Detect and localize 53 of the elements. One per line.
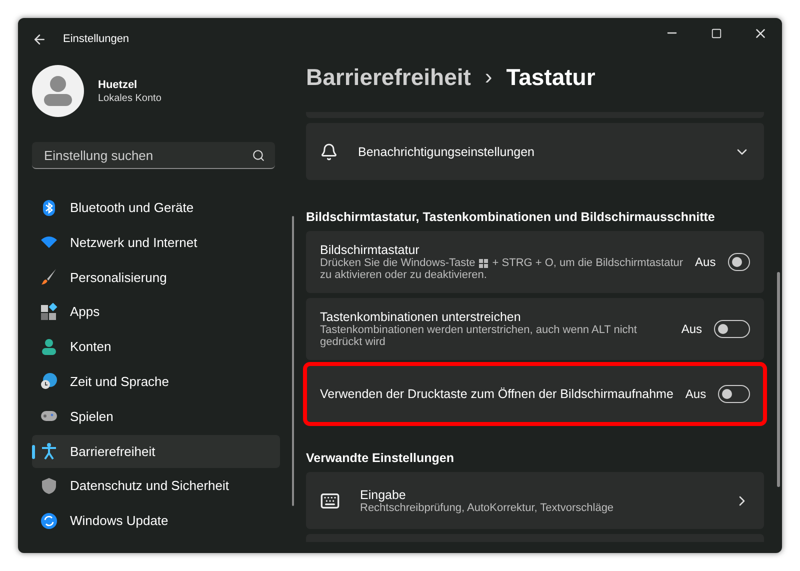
- account-type: Lokales Konto: [98, 92, 162, 104]
- apps-icon: [40, 302, 58, 321]
- shield-icon: [40, 476, 58, 495]
- sidebar-item[interactable]: Datenschutz und Sicherheit: [32, 469, 280, 502]
- sidebar-item[interactable]: Zeit und Sprache: [32, 364, 280, 398]
- maximize-icon[interactable]: [710, 28, 722, 38]
- windows-logo-icon: [479, 258, 488, 268]
- setting-description: + STRG + O, um die Bildschirmtastatur: [492, 257, 684, 269]
- user-name: Huetzel: [98, 78, 138, 90]
- accessibility-icon: [40, 442, 58, 460]
- search-icon: [252, 148, 265, 162]
- toggle-state-text: Aus: [695, 255, 716, 269]
- toggle-switch[interactable]: [714, 320, 750, 338]
- notification-settings-card[interactable]: Benachrichtigungseinstellungen: [306, 123, 764, 180]
- setting-title: Verwenden der Drucktaste zum Öffnen der Bildschirmaufnahme: [320, 387, 674, 401]
- toggle-state-text: Aus: [681, 322, 702, 336]
- setting-description: gedrückt wird: [320, 336, 386, 348]
- setting-description: Rechtschreibprüfung, AutoKorrektur, Textvorschläge: [360, 502, 614, 514]
- page-title: Tastatur: [506, 64, 596, 90]
- sidebar-item[interactable]: Personalisierung: [32, 260, 280, 294]
- section-heading: Verwandte Einstellungen: [306, 451, 455, 465]
- bluetooth-icon: [40, 198, 58, 216]
- setting-title: Benachrichtigungseinstellungen: [358, 144, 536, 158]
- setting-title: Bildschirmtastatur: [320, 243, 420, 257]
- search-field[interactable]: Einstellung suchen: [42, 146, 252, 164]
- bell-icon: [320, 142, 338, 160]
- sidebar-item[interactable]: Spielen: [32, 400, 280, 433]
- search-box[interactable]: Einstellung suchen: [32, 142, 275, 169]
- setting-description: Tastenkombinationen werden unterstrichen, auch wenn ALT nicht: [320, 324, 637, 336]
- window-title: Einstellungen: [63, 33, 130, 45]
- section-heading: Bildschirmtastatur, Tastenkombinationen und Bildschirmausschnitte: [306, 210, 716, 224]
- setting-description: zu aktivieren oder zu deaktivieren.: [320, 269, 487, 281]
- paintbrush-icon: [40, 268, 58, 286]
- avatar: [32, 65, 84, 117]
- toggle-switch[interactable]: [728, 253, 750, 271]
- sidebar-item[interactable]: Apps: [32, 295, 280, 328]
- sidebar-item[interactable]: Bluetooth und Geräte: [32, 191, 280, 224]
- sidebar-item[interactable]: Konten: [32, 330, 280, 364]
- toggle-switch[interactable]: [718, 385, 750, 403]
- toggle-state-text: Aus: [685, 387, 706, 401]
- breadcrumb-parent[interactable]: Barrierefreiheit: [306, 64, 471, 90]
- sidebar-item[interactable]: Netzwerk und Internet: [32, 226, 280, 259]
- person-icon: [40, 338, 58, 356]
- setting-description: Drücken Sie die Windows-Taste: [320, 257, 476, 269]
- sidebar-item[interactable]: Barrierefreiheit: [32, 434, 280, 468]
- setting-title: Eingabe: [360, 488, 406, 502]
- sidebar-item[interactable]: Windows Update: [32, 504, 280, 538]
- setting-card[interactable]: Eingabe Rechtschreibprüfung, AutoKorrektur, Textvorschläge: [306, 472, 764, 529]
- keyboard-icon: [320, 490, 340, 510]
- globe-clock-icon: [40, 372, 58, 390]
- update-icon: [40, 512, 58, 530]
- breadcrumb-separator: ›: [484, 64, 492, 90]
- setting-title: Tastenkombinationen unterstreichen: [320, 310, 522, 324]
